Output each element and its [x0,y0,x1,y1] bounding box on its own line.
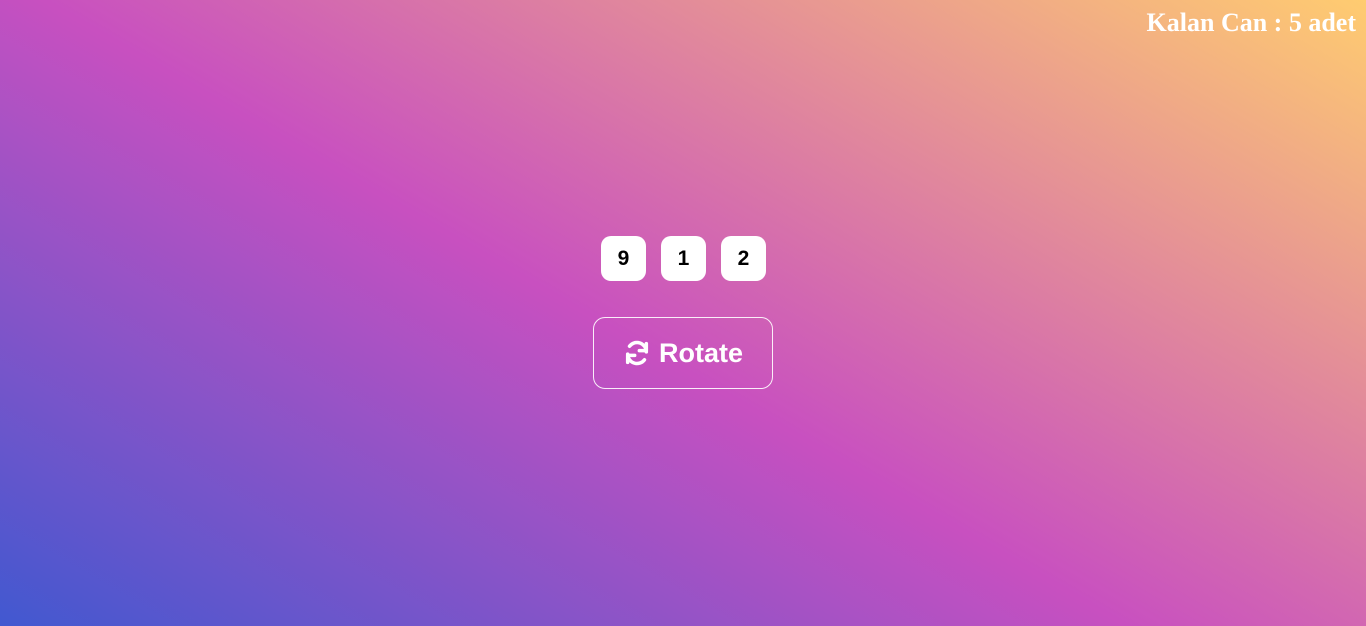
digit-tile-1: 9 [601,236,646,281]
rotate-button[interactable]: Rotate [593,317,773,389]
digit-row: 9 1 2 [601,236,766,281]
sync-icon [623,339,651,367]
rotate-button-label: Rotate [658,337,743,368]
digit-tile-2: 1 [661,236,706,281]
digit-tile-3: 2 [721,236,766,281]
remaining-lives-label: Kalan Can : 5 adet [1146,8,1356,37]
